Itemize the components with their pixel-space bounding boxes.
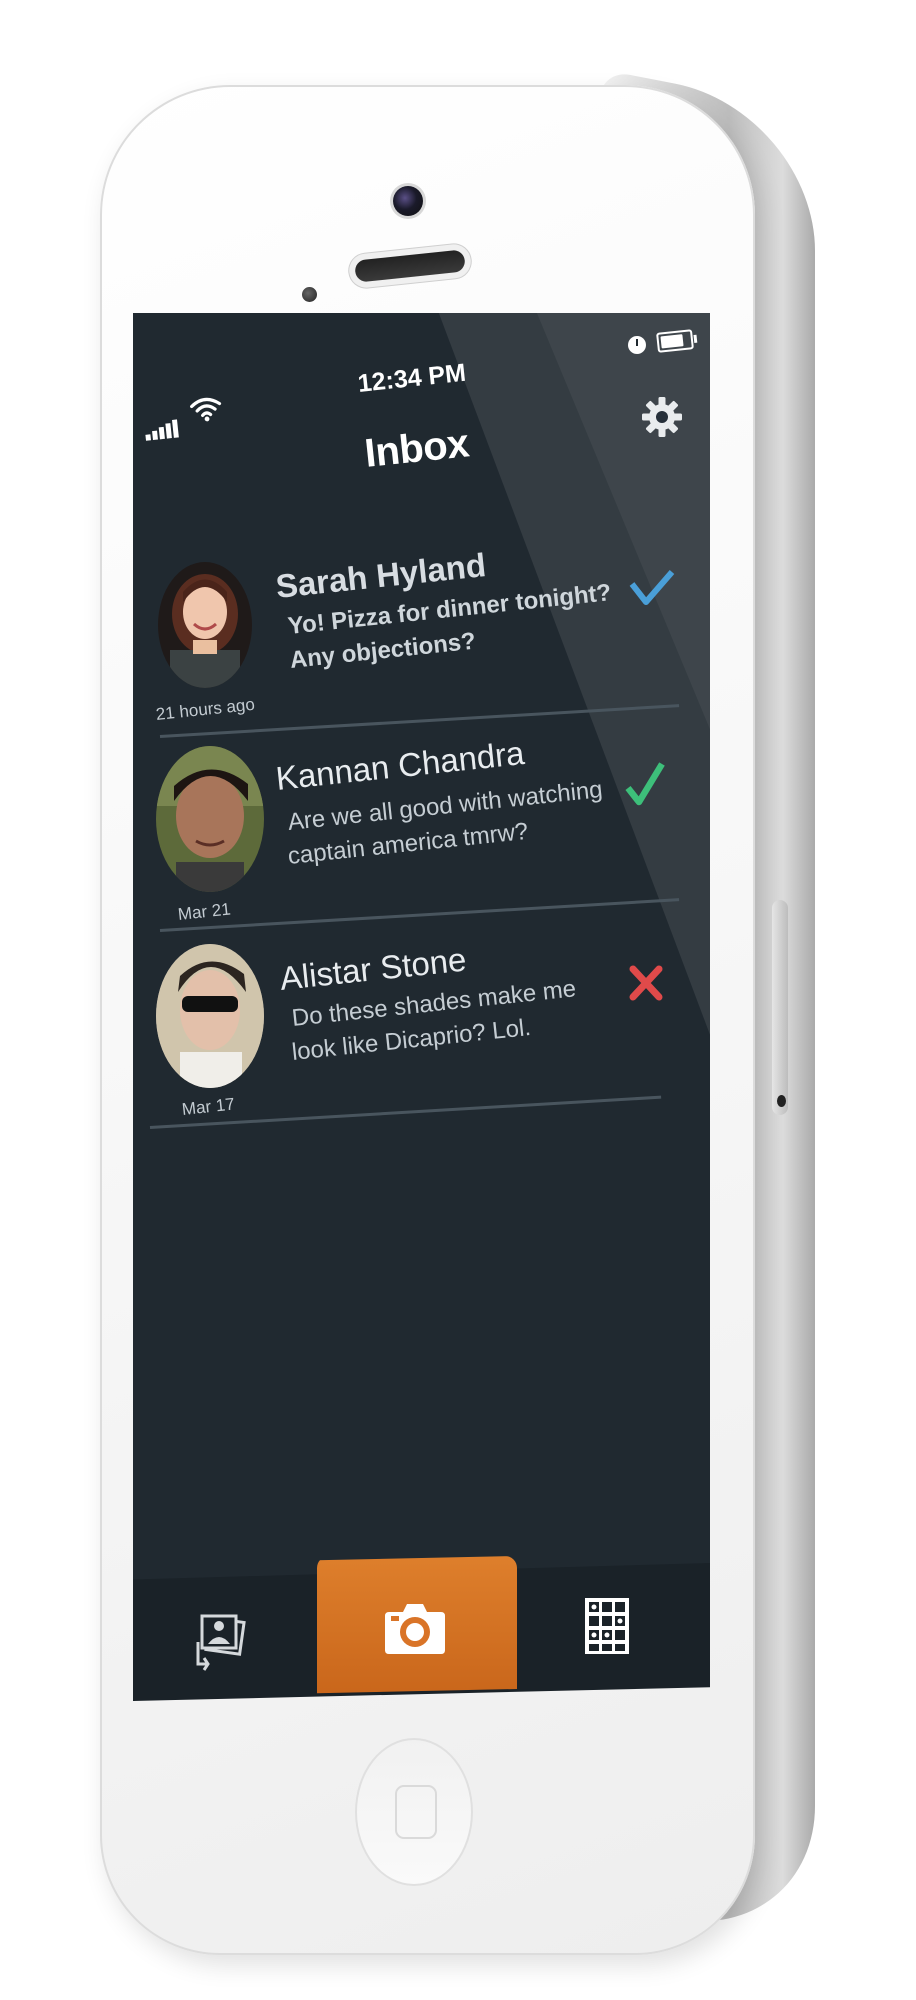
checkmark-icon	[625, 762, 665, 806]
side-button	[772, 900, 788, 1115]
checkmark-icon	[629, 570, 675, 605]
cross-icon	[629, 965, 663, 1001]
front-camera-lens	[393, 186, 423, 216]
grid-icon[interactable]	[584, 1597, 630, 1655]
avatar	[158, 562, 252, 688]
side-button-dot	[777, 1095, 786, 1107]
gear-icon[interactable]	[640, 395, 684, 439]
camera-icon[interactable]	[383, 1600, 447, 1656]
wifi-icon	[190, 397, 222, 422]
home-button-square-icon	[395, 1785, 437, 1839]
battery-icon	[656, 329, 694, 353]
clock-icon	[628, 336, 646, 354]
avatar	[156, 746, 264, 892]
signal-bars-icon	[144, 419, 181, 441]
avatar	[156, 944, 264, 1088]
proximity-sensor	[302, 287, 317, 302]
device-stage: 12:34 PM Inbox Sarah Hyland Yo! Pizza fo…	[0, 0, 916, 2000]
photo-stack-icon[interactable]	[194, 1612, 250, 1674]
